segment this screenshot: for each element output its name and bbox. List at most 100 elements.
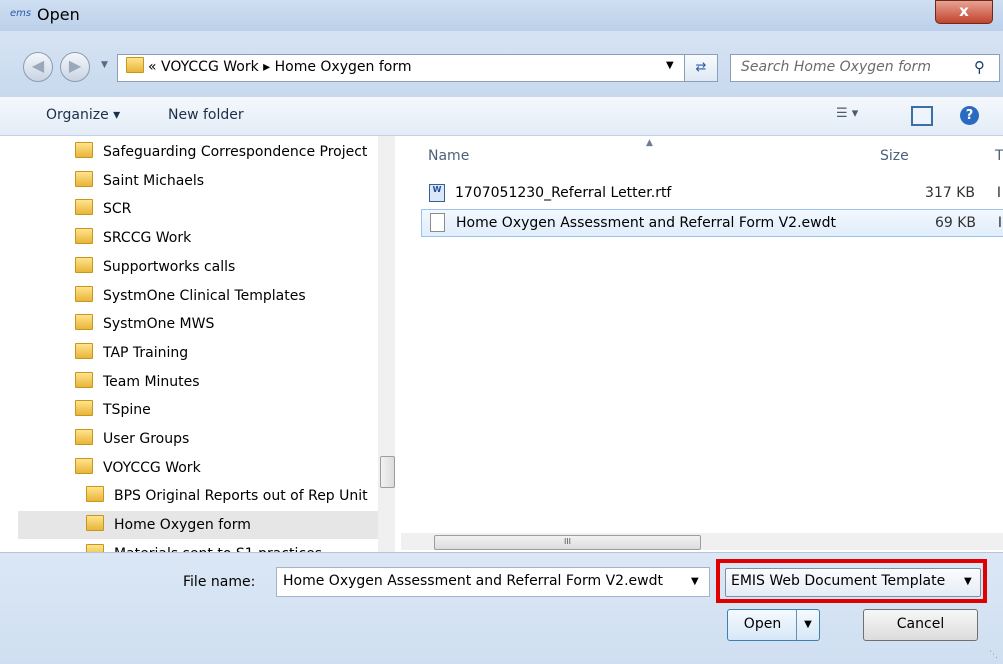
tree-item[interactable]: Saint Michaels: [18, 167, 378, 195]
file-size: 69 KB: [934, 215, 976, 231]
folder-icon: [75, 142, 93, 158]
folder-icon: [75, 371, 93, 388]
search-placeholder: Search Home Oxygen form: [741, 59, 931, 75]
preview-pane-icon[interactable]: [911, 106, 933, 126]
arrow-right-icon: ▶: [68, 56, 82, 75]
chevron-down-icon: ▼: [804, 619, 812, 630]
file-list-scroll-thumb[interactable]: III: [434, 535, 701, 550]
file-type-dropdown-icon[interactable]: ▼: [964, 576, 972, 587]
tree-vertical-scrollbar[interactable]: [378, 136, 395, 552]
change-view-icon[interactable]: ☰ ▾: [836, 106, 868, 121]
folder-icon: [75, 285, 93, 302]
tree-item-label: Home Oxygen form: [114, 517, 251, 534]
app-icon: ems: [10, 8, 32, 19]
column-header-name[interactable]: Name: [428, 148, 469, 164]
back-button[interactable]: ◀: [23, 52, 53, 82]
arrow-left-icon: ◀: [31, 56, 45, 75]
new-folder-button[interactable]: New folder: [168, 107, 244, 123]
tree-item-label: TAP Training: [103, 344, 189, 361]
file-type-cell: I: [996, 185, 1001, 201]
tree-scroll-thumb[interactable]: [380, 456, 395, 488]
tree-item[interactable]: User Groups: [18, 425, 378, 453]
folder-icon: [86, 515, 104, 532]
file-name: Home Oxygen Assessment and Referral Form…: [456, 215, 836, 231]
file-name: 1707051230_Referral Letter.rtf: [455, 185, 672, 201]
folder-icon: [126, 57, 144, 75]
refresh-button[interactable]: ⇄: [684, 54, 718, 82]
tree-item-label: SCR: [103, 201, 132, 218]
address-dropdown-icon[interactable]: ▼: [666, 60, 674, 71]
file-name-value[interactable]: Home Oxygen Assessment and Referral Form…: [283, 573, 663, 589]
resize-grip-icon[interactable]: ⋱: [989, 650, 998, 660]
file-size: 317 KB: [925, 185, 975, 201]
folder-icon: [75, 170, 93, 187]
search-input[interactable]: Search Home Oxygen form ⚲: [730, 54, 1000, 82]
address-bar[interactable]: « VOYCCG Work ▸ Home Oxygen form ▼: [117, 54, 685, 82]
search-icon[interactable]: ⚲: [974, 58, 985, 76]
tree-item-label: Safeguarding Correspondence Project: [103, 144, 368, 160]
folder-icon: [75, 199, 93, 216]
blank-doc-icon: [430, 213, 445, 232]
file-row[interactable]: Home Oxygen Assessment and Referral Form…: [421, 209, 1003, 237]
close-button[interactable]: x: [935, 0, 993, 24]
tree-item[interactable]: SystmOne MWS: [18, 310, 378, 338]
tree-item[interactable]: TSpine: [18, 396, 378, 424]
word-doc-icon: W: [429, 184, 445, 202]
sort-ascending-icon: ▲: [646, 138, 653, 148]
organize-button[interactable]: Organize ▾: [46, 107, 120, 123]
tree-item-label: SRCCG Work: [103, 230, 192, 247]
folder-icon: [75, 342, 93, 359]
file-name-input[interactable]: Home Oxygen Assessment and Referral Form…: [276, 567, 710, 597]
folder-icon: [75, 400, 93, 417]
folder-icon: [75, 256, 93, 273]
tree-item-label: TSpine: [103, 402, 151, 419]
tree-item[interactable]: Home Oxygen form: [18, 511, 378, 540]
command-bar: Organize ▾ New folder ☰ ▾ ?: [0, 97, 1003, 136]
folder-icon: [86, 486, 104, 503]
open-options-button[interactable]: ▼: [796, 609, 820, 641]
tree-item-label: VOYCCG Work: [103, 459, 201, 476]
tree-item[interactable]: TAP Training: [18, 339, 378, 367]
folder-tree: Safeguarding Correspondence Project Saint…: [18, 136, 396, 552]
folder-icon: [86, 543, 104, 552]
folder-icon: [75, 429, 93, 445]
column-header-type[interactable]: T: [995, 148, 1003, 164]
tree-item[interactable]: Team Minutes: [18, 368, 378, 396]
tree-item-label: User Groups: [103, 431, 190, 447]
tree-item[interactable]: BPS Original Reports out of Rep Unit: [18, 482, 378, 510]
file-name-dropdown-icon[interactable]: ▼: [691, 576, 699, 587]
file-row[interactable]: W 1707051230_Referral Letter.rtf 317 KB I: [421, 180, 1003, 206]
tree-item[interactable]: SRCCG Work: [18, 224, 378, 252]
folder-icon: [75, 314, 93, 331]
file-type-value[interactable]: EMIS Web Document Template: [731, 573, 945, 589]
open-button[interactable]: Open: [727, 609, 798, 641]
column-header-size[interactable]: Size: [880, 148, 909, 164]
recent-locations-dropdown[interactable]: ▼: [101, 60, 113, 70]
file-name-label: File name:: [183, 574, 256, 590]
refresh-icon: ⇄: [695, 60, 707, 75]
forward-button[interactable]: ▶: [60, 52, 90, 82]
tree-item[interactable]: Safeguarding Correspondence Project: [18, 138, 378, 166]
folder-icon: [75, 228, 93, 245]
file-type-cell: I: [997, 215, 1002, 231]
file-list-header: ▲ Name Size T: [420, 136, 1003, 172]
file-type-select[interactable]: EMIS Web Document Template ▼: [725, 568, 981, 597]
tree-item-label: Team Minutes: [103, 373, 200, 390]
address-path[interactable]: « VOYCCG Work ▸ Home Oxygen form: [148, 59, 411, 75]
tree-item-label: BPS Original Reports out of Rep Unit: [114, 488, 368, 505]
tree-item[interactable]: SCR: [18, 195, 378, 223]
tree-item-label: SystmOne MWS: [103, 316, 215, 333]
title-bar: [0, 0, 1003, 31]
tree-item-label: SystmOne Clinical Templates: [103, 287, 306, 304]
tree-item[interactable]: SystmOne Clinical Templates: [18, 282, 378, 310]
tree-item-label: Supportworks calls: [103, 258, 236, 275]
cancel-button[interactable]: Cancel: [863, 609, 978, 641]
tree-item[interactable]: Supportworks calls: [18, 253, 378, 281]
window-title: Open: [37, 5, 80, 24]
help-icon[interactable]: ?: [960, 106, 979, 125]
tree-item-label: Saint Michaels: [103, 172, 205, 189]
tree-item[interactable]: Materials sent to S1 practices: [18, 540, 378, 552]
chevron-down-icon: ▼: [101, 60, 108, 70]
folder-icon: [75, 457, 93, 474]
tree-item[interactable]: VOYCCG Work: [18, 454, 378, 482]
